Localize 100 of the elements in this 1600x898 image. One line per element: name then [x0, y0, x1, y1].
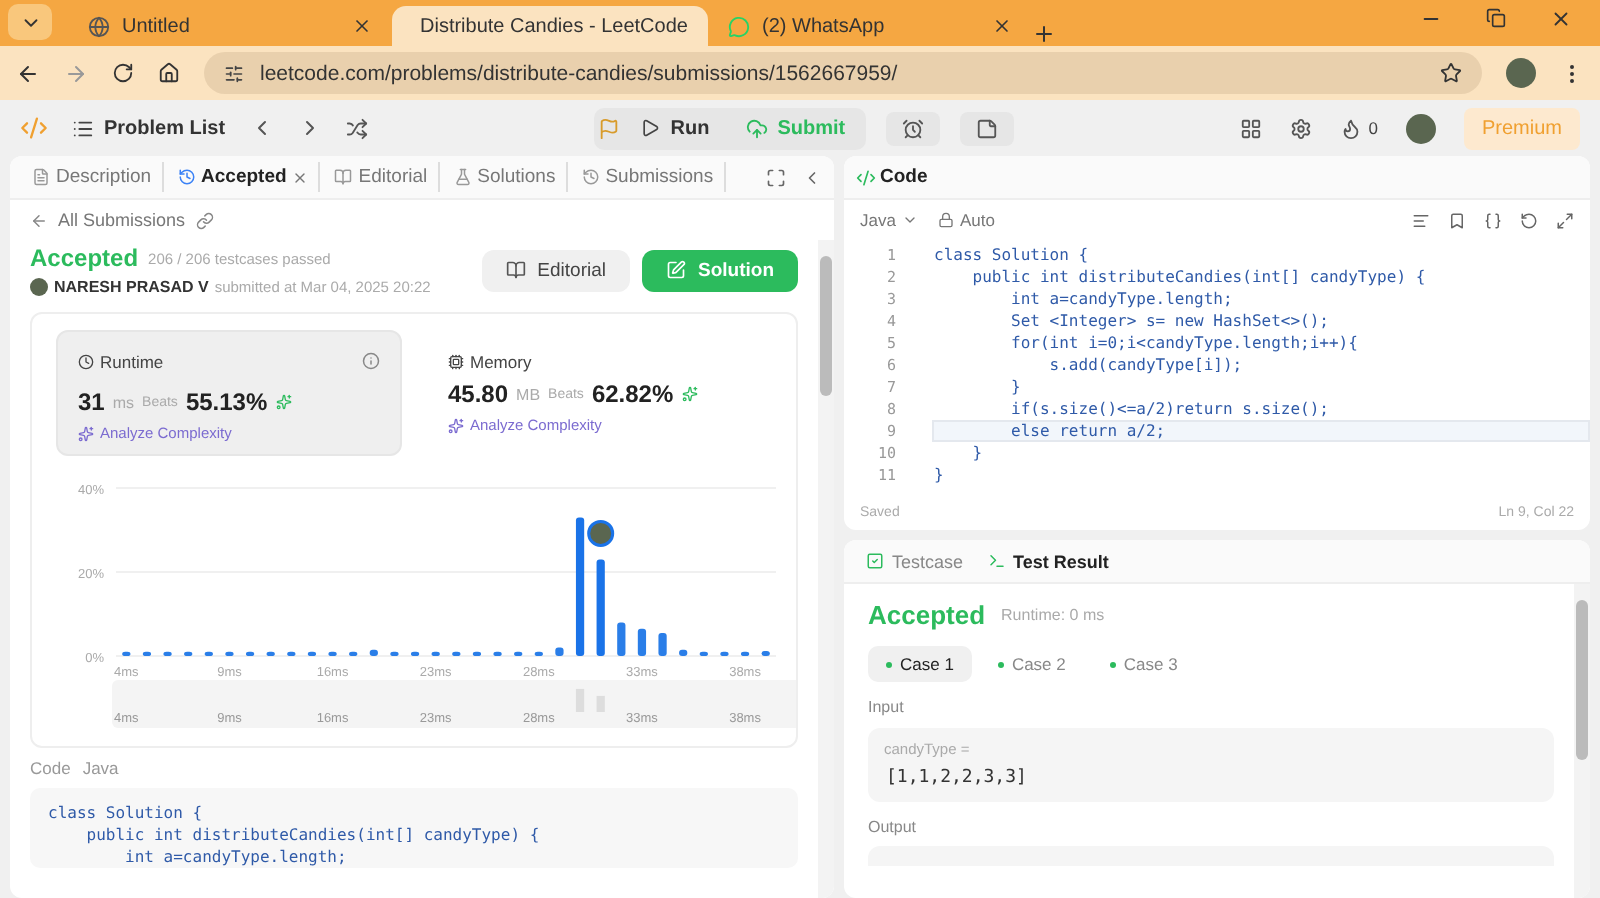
problem-list-link[interactable]: Problem List	[104, 117, 226, 139]
close-icon[interactable]	[992, 16, 1012, 36]
close-icon[interactable]	[292, 169, 309, 185]
profile-avatar[interactable]	[1506, 58, 1536, 88]
editorial-button[interactable]: Editorial	[481, 249, 630, 291]
histogram-bar	[122, 651, 131, 656]
runtime-text: Runtime: 0 ms	[1001, 606, 1105, 624]
panel-tab[interactable]: Submissions	[571, 162, 726, 192]
bookmark-star-icon[interactable]	[1440, 62, 1462, 84]
globe-icon	[88, 15, 110, 37]
flask-icon	[453, 168, 472, 186]
scrollbar-thumb[interactable]	[820, 256, 832, 396]
pass-dot	[1109, 661, 1116, 667]
close-icon[interactable]	[1550, 7, 1572, 29]
language-selector[interactable]: Java	[860, 210, 896, 230]
stat-unit: ms	[112, 393, 135, 411]
beats-percent: 55.13%	[185, 388, 268, 416]
format-icon[interactable]	[1412, 211, 1430, 229]
histogram-bar	[390, 651, 399, 656]
stat-value: 31	[78, 388, 105, 416]
panel-tab[interactable]: Solutions	[443, 162, 568, 192]
browser-tab[interactable]: Untitled	[72, 6, 388, 46]
run-button[interactable]: Run	[624, 111, 726, 145]
stat-title: Memory	[470, 352, 532, 372]
code-icon	[856, 167, 876, 187]
code-line: }	[970, 442, 985, 464]
back-icon[interactable]	[16, 61, 40, 85]
case-tab[interactable]: Case 3	[1091, 646, 1196, 682]
restore-icon[interactable]	[1486, 7, 1506, 27]
code-line: class Solution {	[46, 802, 205, 824]
scrollbar-thumb[interactable]	[1576, 600, 1588, 760]
flame-icon	[1340, 117, 1363, 139]
reset-icon[interactable]	[1520, 211, 1538, 229]
histogram-bar	[225, 651, 234, 656]
histogram-bar	[245, 651, 255, 656]
history-icon	[581, 168, 600, 186]
histogram-bar	[472, 651, 482, 656]
terminal-icon	[987, 552, 1006, 570]
back-arrow-icon	[30, 211, 48, 229]
solution-button[interactable]: Solution	[642, 249, 798, 291]
panel-tab[interactable]: Testcase	[856, 547, 974, 575]
info-icon[interactable]	[362, 352, 380, 370]
settings-icon[interactable]	[1290, 117, 1313, 139]
histogram-bar	[184, 651, 193, 656]
histogram-bar	[410, 651, 420, 656]
layout-icon[interactable]	[1240, 117, 1263, 139]
panel-tab[interactable]: Test Result	[977, 547, 1119, 575]
histogram-bar	[328, 651, 337, 656]
param-value: [1,1,2,2,3,3]	[884, 768, 1029, 790]
histogram-bar	[514, 651, 523, 656]
close-icon[interactable]	[352, 16, 372, 36]
list-icon	[72, 117, 94, 139]
panel-tab[interactable]: Editorial	[324, 162, 440, 192]
accepted-status: Accepted	[30, 244, 139, 272]
note-icon	[975, 117, 998, 139]
reload-icon[interactable]	[112, 62, 134, 84]
histogram-bar	[349, 651, 358, 656]
shuffle-icon[interactable]	[345, 117, 368, 139]
expand-icon[interactable]	[1556, 211, 1574, 229]
notes-button[interactable]	[959, 111, 1014, 145]
output-label: Output	[868, 818, 919, 836]
result-status: Accepted	[868, 600, 986, 630]
checkbox-icon	[866, 552, 884, 570]
histogram-bar	[287, 651, 296, 656]
all-submissions-link[interactable]: All Submissions	[58, 210, 186, 230]
address-bar[interactable]: leetcode.com/problems/distribute-candies/submissions/1562667959/	[204, 52, 1482, 94]
maximize-icon[interactable]	[766, 167, 786, 187]
code-line: public int distributeCandies(int[] candyType) {	[970, 266, 1428, 288]
history-icon	[177, 168, 196, 186]
edit-icon	[666, 260, 686, 280]
browser-tab[interactable]: (2) WhatsApp	[712, 6, 1028, 46]
code-line: int a=candyType.length;	[123, 846, 349, 868]
new-tab-icon[interactable]	[1032, 22, 1056, 46]
play-icon	[640, 118, 661, 138]
case-tab[interactable]: Case 2	[979, 646, 1084, 682]
user-avatar[interactable]	[1405, 113, 1436, 143]
histogram-bar	[617, 622, 626, 656]
avatar-marker	[587, 519, 615, 547]
code-line: }	[932, 464, 946, 486]
braces-icon[interactable]	[1484, 211, 1502, 229]
histogram-bar	[720, 651, 729, 656]
timer-button[interactable]	[885, 111, 940, 145]
tab-search-button[interactable]	[8, 4, 52, 40]
case-tab[interactable]: Case 1	[868, 646, 972, 682]
histogram-bar	[493, 651, 502, 656]
histogram-bar	[596, 559, 605, 656]
bookmark-icon[interactable]	[1448, 211, 1466, 229]
stat-unit: MB	[516, 385, 541, 403]
input-label: Input	[868, 698, 906, 716]
link-icon[interactable]	[195, 211, 214, 229]
browser-tab[interactable]: Distribute Candies - LeetCode	[392, 6, 708, 46]
histogram-bar	[142, 651, 152, 656]
code-line: for(int i=0;i<candyType.length;i++){	[1009, 332, 1360, 354]
panel-tab[interactable]: Description	[22, 162, 164, 192]
code-line: public int distributeCandies(int[] candyType) {	[84, 824, 542, 846]
pass-dot	[886, 661, 892, 667]
code-line: class Solution {	[932, 244, 1091, 266]
streak-count: 0	[1368, 118, 1378, 138]
home-icon[interactable]	[158, 62, 180, 84]
panel-tab[interactable]: Accepted	[167, 162, 321, 192]
